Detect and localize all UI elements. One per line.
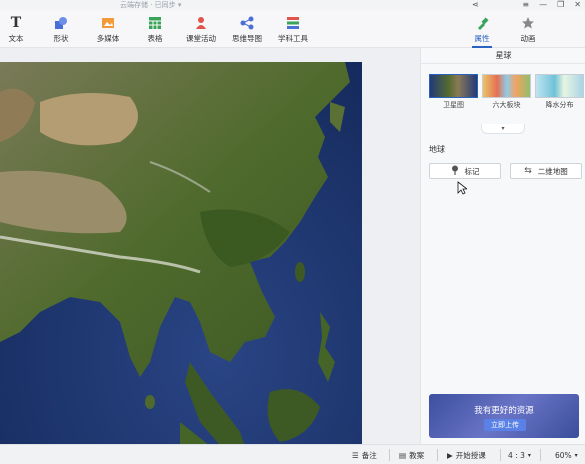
notes-icon: ☰ bbox=[352, 450, 359, 460]
mark-button-label: 标记 bbox=[464, 166, 480, 176]
tool-mindmap[interactable]: 思维导图 bbox=[230, 10, 264, 48]
insert-toolbar: T 文本 形状 多媒体 表格 课堂活动 思维导图 学科工具 bbox=[0, 10, 420, 48]
thumb-caption: 卫星图 bbox=[443, 101, 464, 109]
chevron-down-icon: ▾ bbox=[574, 451, 578, 459]
satellite-map[interactable] bbox=[0, 62, 362, 464]
aspect-ratio-select[interactable]: 4 : 3 ▾ bbox=[508, 445, 531, 464]
thumb-caption: 六大板块 bbox=[492, 101, 521, 109]
start-teaching-label: 开始授课 bbox=[455, 450, 486, 460]
brush-icon bbox=[475, 16, 489, 30]
play-icon: ▶ bbox=[447, 450, 453, 460]
tool-table[interactable]: 表格 bbox=[142, 10, 168, 48]
notes-label: 备注 bbox=[361, 450, 377, 460]
thumb-satellite[interactable]: 卫星图 bbox=[429, 74, 478, 110]
upload-now-button[interactable]: 立即上传 bbox=[484, 419, 526, 431]
zoom-level-select[interactable]: 60% ▾ bbox=[555, 445, 578, 464]
start-teaching-button[interactable]: ▶ 开始授课 bbox=[447, 445, 486, 464]
tool-label: 文本 bbox=[8, 34, 24, 43]
status-bar: ☰ 备注 ▤ 教案 ▶ 开始授课 4 : 3 ▾ 60% ▾ bbox=[0, 444, 585, 464]
tool-subject-tools[interactable]: 学科工具 bbox=[275, 10, 311, 48]
cloud-sync-status[interactable]: 云端存储 · 已同步 ▾ bbox=[120, 0, 181, 10]
map2d-button[interactable]: ⇆ 二维地图 bbox=[510, 163, 582, 179]
media-icon bbox=[101, 16, 115, 30]
share-icon[interactable]: ⋖ bbox=[472, 0, 479, 10]
window-controls: ≡ — ❐ ✕ bbox=[522, 0, 581, 10]
collapse-toggle[interactable]: ▾ bbox=[481, 124, 525, 134]
thumb-plates[interactable]: 六大板块 bbox=[482, 74, 531, 110]
satellite-thumbnail bbox=[429, 74, 478, 98]
tool-text[interactable]: T 文本 bbox=[4, 10, 28, 48]
mouse-cursor-icon bbox=[457, 181, 467, 195]
map-style-thumbnails: 卫星图 六大板块 降水分布 bbox=[429, 74, 584, 110]
mark-button[interactable]: 标记 bbox=[429, 163, 501, 179]
tool-shape[interactable]: 形状 bbox=[48, 10, 74, 48]
minimize-icon[interactable]: — bbox=[539, 0, 547, 10]
lesson-plan-button[interactable]: ▤ 教案 bbox=[399, 445, 424, 464]
swap-icon: ⇆ bbox=[524, 166, 532, 176]
map2d-button-label: 二维地图 bbox=[537, 166, 568, 176]
plates-thumbnail bbox=[482, 74, 531, 98]
satellite-map-image bbox=[0, 62, 362, 464]
thumb-precipitation[interactable]: 降水分布 bbox=[535, 74, 584, 110]
text-icon: T bbox=[10, 15, 22, 31]
section-label: 地球 bbox=[429, 145, 445, 154]
maximize-icon[interactable]: ❐ bbox=[557, 0, 564, 10]
close-icon[interactable]: ✕ bbox=[574, 0, 581, 10]
tool-label: 形状 bbox=[53, 34, 69, 43]
divider bbox=[389, 449, 390, 461]
menu-icon[interactable]: ≡ bbox=[522, 0, 529, 10]
tab-label: 属性 bbox=[474, 34, 490, 43]
tool-media[interactable]: 多媒体 bbox=[92, 10, 124, 48]
table-icon bbox=[148, 16, 162, 30]
tool-label: 学科工具 bbox=[278, 34, 308, 43]
tool-label: 课堂活动 bbox=[186, 34, 216, 43]
star-icon bbox=[521, 16, 535, 30]
thumb-caption: 降水分布 bbox=[545, 101, 574, 109]
tab-label: 动画 bbox=[520, 34, 536, 43]
tool-label: 思维导图 bbox=[232, 34, 262, 43]
title-bar: 云端存储 · 已同步 ▾ ⋖ ≡ — ❐ ✕ bbox=[0, 0, 585, 10]
lesson-plan-label: 教案 bbox=[409, 450, 425, 460]
divider bbox=[500, 449, 501, 461]
panel-title: 星球 bbox=[421, 48, 585, 64]
zoom-level-value: 60% bbox=[555, 450, 572, 460]
banner-text: 我有更好的资源 bbox=[474, 406, 534, 416]
pin-icon bbox=[451, 165, 459, 177]
precipitation-thumbnail bbox=[535, 74, 584, 98]
book-icon: ▤ bbox=[399, 450, 407, 460]
canvas-area: + − bbox=[0, 48, 420, 464]
shape-icon bbox=[54, 16, 68, 30]
classroom-activity-icon bbox=[194, 16, 208, 30]
divider bbox=[437, 449, 438, 461]
tab-animation[interactable]: 动画 bbox=[508, 10, 548, 48]
divider bbox=[540, 449, 541, 461]
tool-label: 表格 bbox=[147, 34, 163, 43]
panel-tabs: 属性 动画 bbox=[420, 10, 585, 48]
subject-tools-icon bbox=[286, 16, 300, 30]
upload-resource-banner[interactable]: 我有更好的资源 立即上传 bbox=[429, 394, 579, 438]
tool-label: 多媒体 bbox=[96, 34, 120, 43]
tab-properties[interactable]: 属性 bbox=[462, 10, 502, 48]
aspect-ratio-value: 4 : 3 bbox=[508, 450, 525, 460]
notes-button[interactable]: ☰ 备注 bbox=[352, 445, 377, 464]
tool-classroom-activity[interactable]: 课堂活动 bbox=[183, 10, 219, 48]
properties-panel: 星球 卫星图 六大板块 降水分布 ▾ 地球 标记 ⇆ 二维地图 我有更好的资源 … bbox=[420, 48, 585, 444]
mindmap-icon bbox=[240, 16, 254, 30]
chevron-down-icon: ▾ bbox=[527, 451, 531, 459]
